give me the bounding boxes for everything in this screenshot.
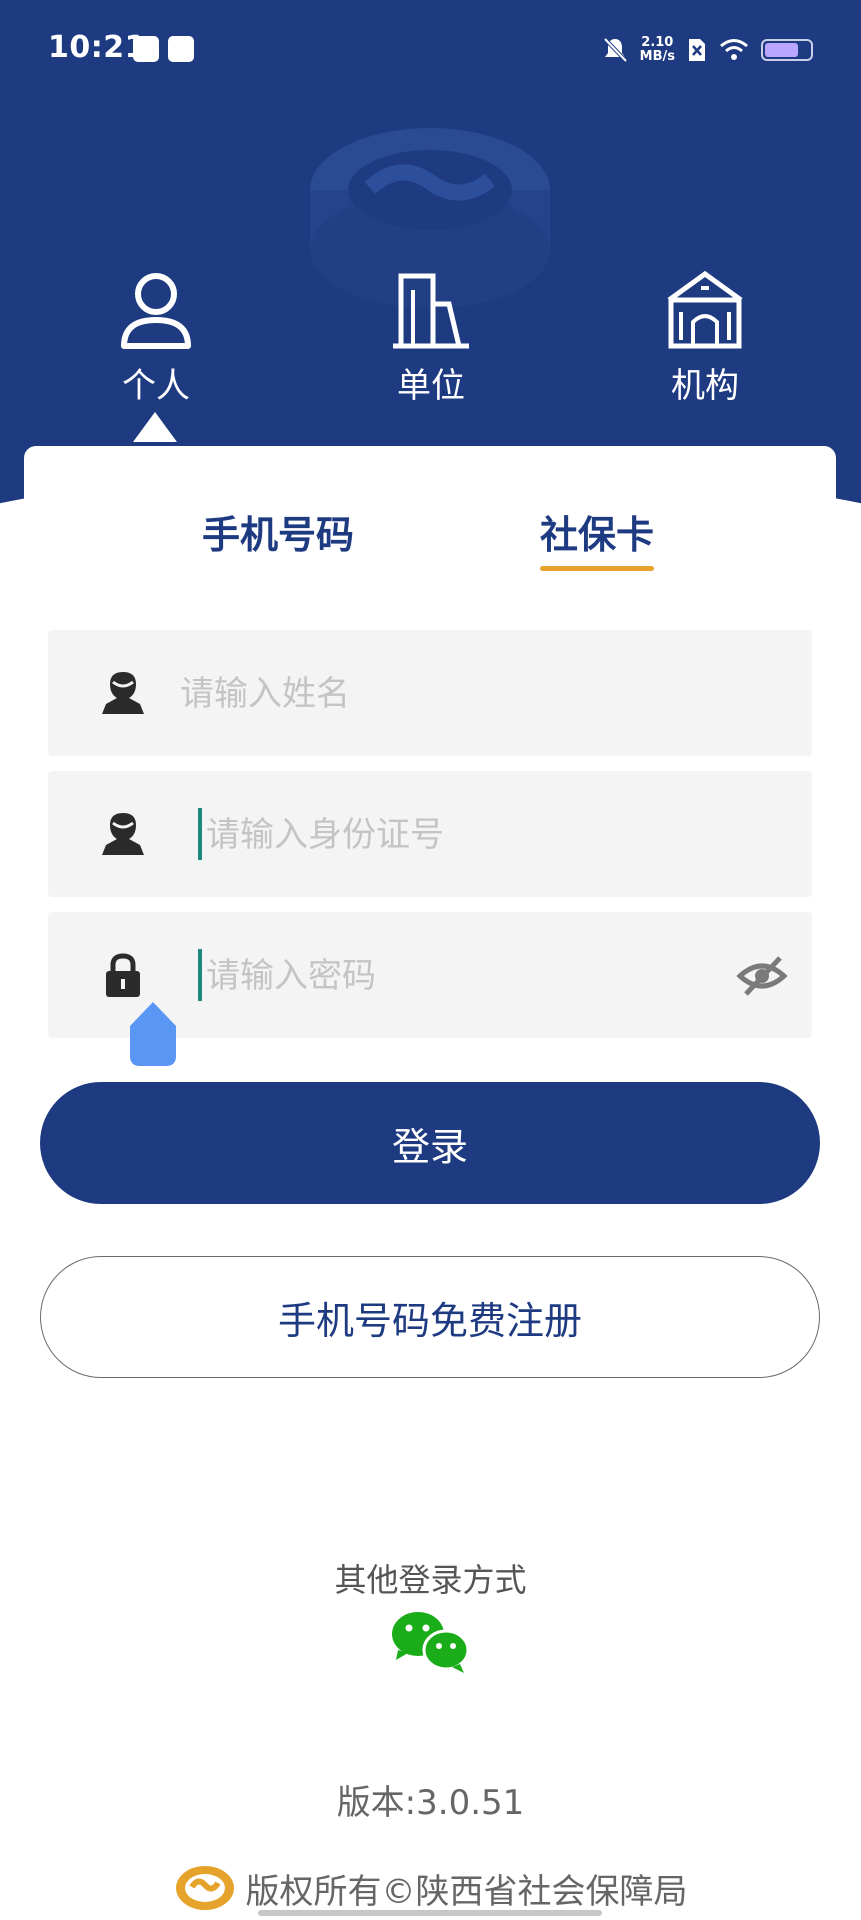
building-icon [393,273,469,349]
battery-level [765,43,798,57]
active-tab-pointer [133,412,177,442]
notification-app-icon [133,36,159,62]
role-tab-personal[interactable]: 个人 [66,270,246,442]
status-icons: 2.10 MB/s [602,30,813,70]
role-tabs: 个人 单位 机构 [0,270,861,442]
sim-x-icon [689,39,705,61]
login-card: 手机号码 社保卡 [24,446,836,1066]
network-speed: 2.10 MB/s [639,35,675,64]
lock-icon [106,953,140,997]
copyright: 版权所有©陕西省社会保障局 [0,1858,861,1918]
home-indicator[interactable] [258,1910,602,1916]
id-number-field [48,771,812,897]
login-method-tabs: 手机号码 社保卡 [24,446,836,576]
status-time: 10:21 [48,30,146,65]
login-button[interactable]: 登录 [40,1082,820,1204]
tab-social-card[interactable]: 社保卡 [540,504,655,571]
tab-phone[interactable]: 手机号码 [202,504,354,559]
battery-icon [761,39,813,61]
name-field [48,630,812,756]
password-input[interactable] [204,948,708,1004]
role-tab-label: 个人 [122,366,190,406]
copyright-text: 版权所有©陕西省社会保障局 [245,1871,688,1912]
other-login-label: 其他登录方式 [334,1561,527,1599]
text-cursor [198,949,202,1001]
social-security-logo-icon [175,1866,234,1910]
app-version: 版本:3.0.51 [336,1783,525,1823]
id-number-input[interactable] [204,807,708,863]
text-cursor [198,808,202,860]
status-bar: 10:21 2.10 MB/s [0,0,861,100]
name-input[interactable] [178,666,682,722]
login-screen: 10:21 2.10 MB/s 个人 单位 机构 手机号码 社保卡 请输入姓名 … [0,0,861,1920]
role-tab-label: 单位 [397,366,465,406]
person-icon [121,273,191,349]
wifi-icon [720,39,748,60]
role-tab-institution[interactable]: 机构 [615,270,795,420]
user-icon [102,813,144,855]
text-selection-handle[interactable] [128,1000,178,1068]
mute-bell-icon [603,37,628,63]
mail-icon [168,36,194,62]
institution-icon [667,270,743,349]
user-icon [102,672,144,714]
eye-off-icon[interactable] [736,950,788,1002]
role-tab-label: 机构 [671,366,739,406]
role-tab-unit[interactable]: 单位 [341,270,521,420]
register-button[interactable]: 手机号码免费注册 [40,1256,820,1378]
wechat-icon[interactable] [390,1610,470,1674]
